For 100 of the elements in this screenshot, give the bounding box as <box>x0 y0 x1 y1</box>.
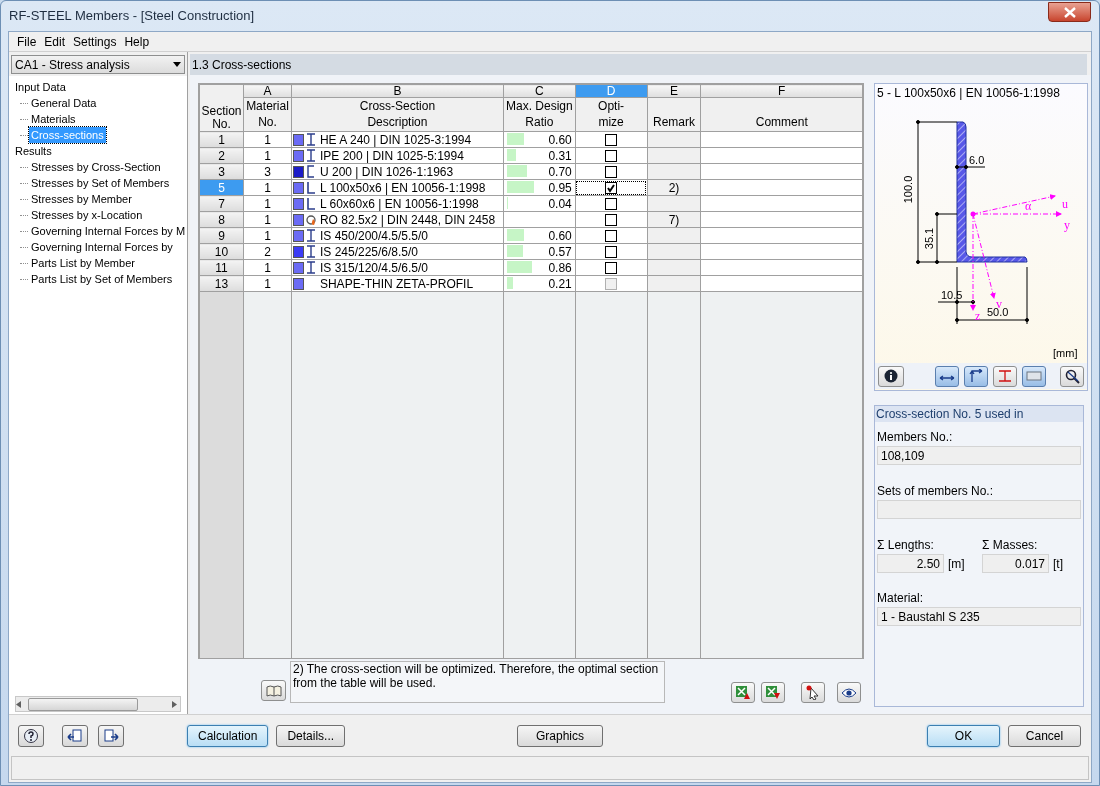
tree-item[interactable]: General Data <box>29 94 99 112</box>
unit-label: [mm] <box>1053 348 1078 359</box>
column-header: Comment <box>700 97 863 132</box>
menu-item[interactable]: Settings <box>69 32 121 51</box>
tree-item[interactable]: Parts List by Member <box>29 254 137 272</box>
dialog-button[interactable]: Cancel <box>1008 724 1081 747</box>
dialog-button[interactable]: Details... <box>276 724 346 747</box>
ratio-value: 0.04 <box>547 196 572 211</box>
tree-item[interactable]: Stresses by Set of Members <box>29 174 172 192</box>
field-label: Members No.: <box>877 429 954 444</box>
tree-item[interactable]: Input Data <box>13 78 68 96</box>
dialog-button[interactable]: Graphics <box>517 724 604 747</box>
tree-item[interactable]: Stresses by Member <box>29 190 134 208</box>
dimension-x-button[interactable] <box>935 365 959 387</box>
number-label-icon <box>1026 371 1042 381</box>
case-dropdown[interactable]: CA1 - Stress analysis <box>11 55 185 74</box>
checkbox[interactable] <box>605 166 618 179</box>
field-label: Σ Masses: <box>982 537 1039 552</box>
section-description: U 200 | DIN 1026-1:1963 <box>319 164 454 179</box>
section-description: IS 450/200/4.5/5.5/0 <box>319 228 429 243</box>
column-letter[interactable]: F <box>700 84 863 98</box>
footnote-text: 2) The cross-section will be optimized. Therefore, the optimal section from the table will be used. <box>290 661 665 703</box>
checkbox[interactable] <box>605 182 618 195</box>
scroll-left-icon <box>16 700 21 708</box>
horizontal-scrollbar[interactable] <box>15 696 181 712</box>
excel-export-button[interactable] <box>731 682 755 703</box>
section-description: L 60x60x6 | EN 10056-1:1998 <box>319 196 479 211</box>
close-icon <box>1063 6 1076 18</box>
ratio-value: 0.57 <box>547 244 572 259</box>
excel-import-button[interactable] <box>761 682 785 703</box>
checkbox[interactable] <box>605 230 618 243</box>
view-button[interactable] <box>837 682 861 703</box>
dimension-label: 100.0 <box>903 175 915 204</box>
column-letter[interactable]: A <box>243 84 292 98</box>
dimension-label: 10.5 <box>941 290 963 301</box>
field-label: Sets of members No.: <box>877 483 995 498</box>
previous-button[interactable] <box>62 724 88 747</box>
column-letter[interactable]: B <box>291 84 504 98</box>
zoom-reset-button[interactable] <box>1060 365 1084 387</box>
centroid-point <box>970 211 976 217</box>
tree-item[interactable]: Materials <box>29 110 78 128</box>
book-icon <box>265 684 282 697</box>
checkbox[interactable] <box>605 134 618 147</box>
tree-item[interactable]: Governing Internal Forces by <box>29 238 175 256</box>
checkbox[interactable] <box>605 214 618 227</box>
menu-item[interactable]: Edit <box>40 32 70 51</box>
ratio-value: 0.70 <box>547 164 572 179</box>
checkbox[interactable] <box>605 150 618 163</box>
axis-label: y <box>1064 219 1070 231</box>
i-beam-icon <box>305 133 316 146</box>
book-button[interactable] <box>261 680 286 701</box>
spreadsheet-up-icon <box>735 685 751 700</box>
tree-item[interactable]: Stresses by x-Location <box>29 206 145 224</box>
checkbox[interactable] <box>605 246 618 259</box>
info-button[interactable] <box>878 365 904 387</box>
axes-icon <box>969 369 983 383</box>
help-icon <box>23 727 39 744</box>
readonly-field: 1 - Baustahl S 235 <box>877 607 1081 626</box>
readonly-field: 0.017 <box>982 554 1049 573</box>
dimensions-button[interactable] <box>993 365 1017 387</box>
tree-item[interactable]: Parts List by Set of Members <box>29 270 175 288</box>
column-header: Opti- mize <box>575 97 647 132</box>
section-description: SHAPE-THIN ZETA-PROFIL <box>319 276 474 291</box>
values-button[interactable] <box>1022 365 1046 387</box>
section-description: RO 82.5x2 | DIN 2448, DIN 2458 <box>319 212 496 227</box>
axes-button[interactable] <box>964 365 988 387</box>
section-description: IPE 200 | DIN 1025-5:1994 <box>319 148 464 163</box>
dialog-button[interactable]: OK <box>927 724 1000 747</box>
tree-item[interactable]: Results <box>13 142 54 160</box>
column-letter[interactable]: E <box>647 84 701 98</box>
section-description: HE A 240 | DIN 1025-3:1994 <box>319 132 472 147</box>
dimension-label: 50.0 <box>987 307 1009 318</box>
unit-label: [t] <box>1053 555 1063 573</box>
spreadsheet-down-icon <box>765 685 781 700</box>
help-button[interactable] <box>18 724 44 747</box>
column-letter[interactable]: C <box>503 84 576 98</box>
angle-icon <box>305 197 316 210</box>
ratio-value: 0.31 <box>547 148 572 163</box>
section-description: L 100x50x6 | EN 10056-1:1998 <box>319 180 486 195</box>
ratio-value: 0.95 <box>547 180 572 195</box>
ratio-value: 0.60 <box>547 228 572 243</box>
pick-button[interactable] <box>801 682 825 703</box>
section-description: IS 245/225/6/8.5/0 <box>319 244 419 259</box>
scroll-right-icon <box>172 700 177 708</box>
i-beam-icon <box>305 149 316 162</box>
menu-item[interactable]: Help <box>120 32 154 51</box>
tree-item[interactable]: Governing Internal Forces by M <box>29 222 187 240</box>
checkbox[interactable] <box>605 198 618 211</box>
column-header: Material No. <box>243 97 292 132</box>
dropdown-value: CA1 - Stress analysis <box>15 56 131 74</box>
scrollbar-thumb[interactable] <box>28 697 138 711</box>
close-button[interactable] <box>1048 2 1091 22</box>
next-button[interactable] <box>98 724 124 747</box>
tree-item[interactable]: Stresses by Cross-Section <box>29 158 163 176</box>
checkbox[interactable] <box>605 262 618 275</box>
dialog-button[interactable]: Calculation <box>187 724 269 747</box>
dimension-label: 6.0 <box>969 155 985 166</box>
window-title: RF-STEEL Members - [Steel Construction] <box>9 7 255 26</box>
menu-item[interactable]: File <box>13 32 41 51</box>
column-header: Max. Design Ratio <box>503 97 576 132</box>
